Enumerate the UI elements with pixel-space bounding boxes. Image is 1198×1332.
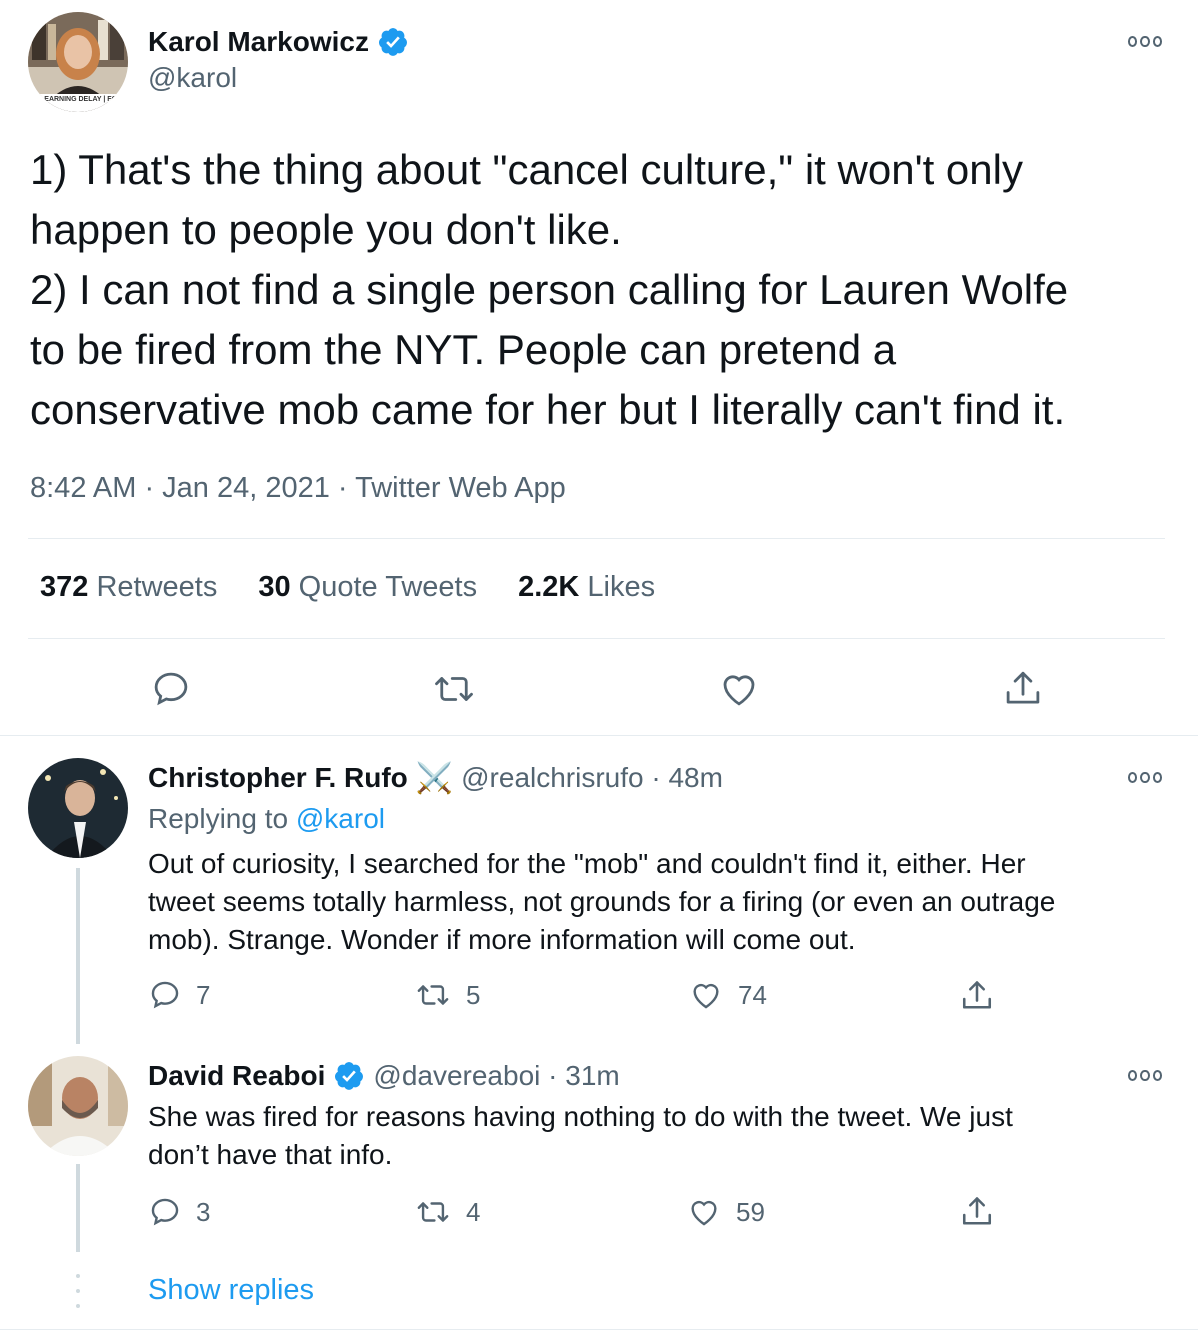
reply-button[interactable]: 7	[148, 978, 210, 1012]
retweet-count: 5	[466, 979, 481, 1010]
tweet-text: 1) That's the thing about "cancel cultur…	[30, 140, 1068, 440]
tweet-text-line: happen to people you don't like.	[30, 206, 622, 253]
swords-emoji-icon: ⚔️	[415, 761, 454, 795]
thread-line	[76, 1164, 80, 1252]
author-handle[interactable]: @karol	[148, 62, 237, 94]
handle-and-time[interactable]: @realchrisrufo · 48m	[461, 762, 723, 794]
replying-to: Replying to @karol	[148, 803, 385, 835]
divider	[28, 538, 1165, 539]
likes-count: 2.2K	[518, 571, 580, 603]
share-icon	[962, 981, 992, 1009]
like-count: 59	[736, 1196, 765, 1227]
likes-label: Likes	[587, 571, 656, 603]
heart-icon	[691, 1200, 717, 1226]
divider	[0, 735, 1198, 736]
retweet-icon	[417, 1202, 449, 1222]
quote-tweets-label: Quote Tweets	[298, 571, 478, 603]
retweets-stat[interactable]: 372 Retweets	[40, 571, 217, 604]
tweet-text-line: conservative mob came for her but I lite…	[30, 386, 1066, 433]
author-name[interactable]: Karol Markowicz	[148, 26, 369, 58]
reply-icon	[151, 981, 179, 1009]
share-button[interactable]	[958, 1194, 996, 1230]
reply-text-line: tweet seems totally harmless, not ground…	[148, 886, 1056, 917]
handle-and-time[interactable]: @davereaboi · 31m	[373, 1060, 619, 1092]
author-name[interactable]: Christopher F. Rufo	[148, 762, 408, 794]
avatar[interactable]	[28, 1056, 128, 1156]
reply-icon	[154, 672, 188, 706]
divider	[0, 1329, 1198, 1330]
thread-line	[76, 868, 80, 1044]
reply-text-line: mob). Strange. Wonder if more informatio…	[148, 924, 856, 955]
likes-stat[interactable]: 2.2K Likes	[518, 571, 655, 604]
like-count: 74	[738, 979, 767, 1010]
avatar-image	[28, 758, 128, 858]
thread-dots-icon	[76, 1274, 80, 1308]
verified-badge-icon	[335, 1062, 364, 1090]
retweet-button[interactable]	[432, 668, 476, 710]
reply-header: Christopher F. Rufo ⚔️ @realchrisrufo · …	[148, 758, 723, 798]
verified-badge-icon	[378, 28, 407, 56]
avatar[interactable]	[28, 758, 128, 858]
divider	[28, 638, 1165, 639]
reply-text: She was fired for reasons having nothing…	[148, 1098, 1013, 1174]
retweet-count: 4	[466, 1196, 481, 1227]
reply-text-line: She was fired for reasons having nothing…	[148, 1101, 1013, 1132]
share-button[interactable]	[958, 978, 996, 1014]
avatar-caption: LEARNING DELAY | FO	[40, 96, 118, 103]
reply-count: 3	[196, 1196, 211, 1227]
reply-icon	[151, 1198, 179, 1226]
heart-icon	[723, 675, 755, 706]
heart-icon	[693, 983, 719, 1009]
tweet-text-line: 1) That's the thing about "cancel cultur…	[30, 146, 1023, 193]
retweet-icon	[417, 985, 449, 1005]
reply-button[interactable]: 3	[148, 1195, 210, 1229]
reply-text-line: Out of curiosity, I searched for the "mo…	[148, 848, 1026, 879]
share-button[interactable]	[1001, 668, 1045, 710]
tweet-stats: 372 Retweets 30 Quote Tweets 2.2K Likes	[40, 571, 655, 604]
retweet-icon	[435, 677, 473, 701]
author-row: Karol Markowicz	[148, 22, 409, 62]
retweets-count: 372	[40, 571, 89, 603]
avatar[interactable]: LEARNING DELAY | FO	[28, 12, 128, 112]
retweet-button[interactable]: 5	[414, 978, 480, 1012]
reply-button[interactable]	[150, 668, 192, 710]
reply-count: 7	[196, 979, 211, 1010]
quote-tweets-stat[interactable]: 30 Quote Tweets	[258, 571, 477, 604]
avatar-image	[28, 1056, 128, 1156]
tweet-meta[interactable]: 8:42 AM · Jan 24, 2021 · Twitter Web App	[30, 472, 566, 505]
reply-header: David Reaboi @davereaboi · 31m	[148, 1056, 620, 1096]
tweet-text-line: to be fired from the NYT. People can pre…	[30, 326, 897, 373]
replying-to-label: Replying to	[148, 803, 289, 834]
show-replies-link[interactable]: Show replies	[148, 1274, 314, 1307]
like-button[interactable]: 74	[688, 978, 767, 1012]
more-options-icon[interactable]	[1128, 34, 1162, 48]
more-options-icon[interactable]	[1128, 1068, 1162, 1082]
reply-text-line: don’t have that info.	[148, 1139, 393, 1170]
reply-text: Out of curiosity, I searched for the "mo…	[148, 845, 1055, 959]
replying-to-handle[interactable]: @karol	[296, 803, 385, 834]
retweet-button[interactable]: 4	[414, 1195, 480, 1229]
retweets-label: Retweets	[96, 571, 218, 603]
like-button[interactable]	[718, 668, 760, 710]
author-name[interactable]: David Reaboi	[148, 1060, 325, 1092]
quote-tweets-count: 30	[258, 571, 291, 603]
like-button[interactable]: 59	[686, 1195, 765, 1229]
share-icon	[962, 1197, 992, 1225]
more-options-icon[interactable]	[1128, 770, 1162, 784]
tweet-text-line: 2) I can not find a single person callin…	[30, 266, 1069, 313]
share-icon	[1006, 671, 1040, 704]
